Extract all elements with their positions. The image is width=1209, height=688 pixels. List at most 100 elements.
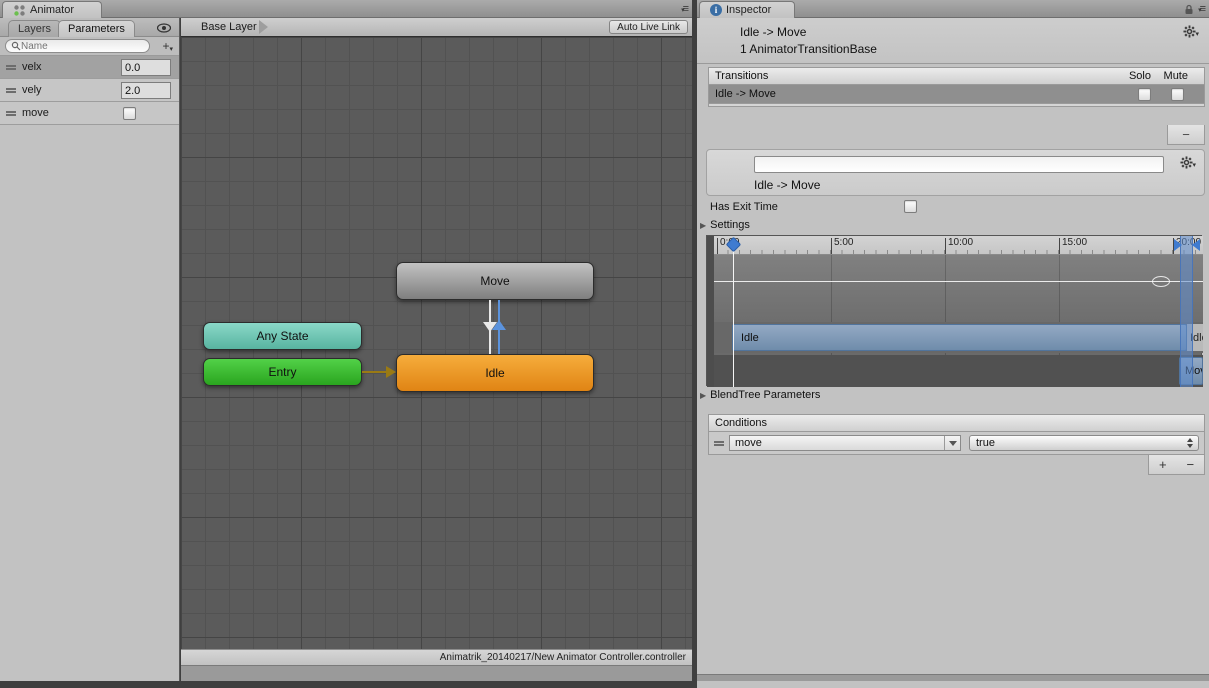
transition-name-field[interactable] bbox=[754, 156, 1164, 173]
state-node-any-state[interactable]: Any State bbox=[203, 322, 362, 350]
settings-foldout[interactable]: ▶ Settings bbox=[700, 219, 750, 231]
controller-path-label: Animatrik_20140217/New Animator Controll… bbox=[440, 652, 686, 663]
has-exit-time-label: Has Exit Time bbox=[710, 201, 778, 213]
condition-value-dropdown[interactable]: true bbox=[969, 435, 1199, 451]
mute-checkbox[interactable] bbox=[1171, 88, 1184, 101]
transition-timeline[interactable]: 0:00 5:00 10:00 15:00 20:00 bbox=[706, 235, 1202, 386]
add-condition-button[interactable]: + bbox=[1159, 457, 1167, 472]
panel-menu-icon[interactable]: ▾≡ bbox=[681, 2, 688, 16]
parameters-tab-label: Parameters bbox=[68, 23, 125, 35]
chevron-down-icon: ▾ bbox=[1192, 161, 1196, 169]
major-tick bbox=[945, 238, 946, 254]
condition-value: true bbox=[976, 437, 995, 449]
idle-bar-label: Idle bbox=[741, 332, 759, 344]
animator-controller-icon bbox=[13, 4, 26, 17]
chevron-down-icon: ▾ bbox=[169, 46, 173, 53]
solo-column-header: Solo bbox=[1129, 70, 1151, 82]
transition-end-marker[interactable] bbox=[1192, 239, 1200, 251]
tick-label: 10:00 bbox=[948, 237, 973, 248]
state-node-entry[interactable]: Entry bbox=[203, 358, 362, 386]
blend-curve bbox=[714, 281, 1203, 282]
tab-inspector[interactable]: i Inspector bbox=[699, 1, 795, 18]
object-subtitle: 1 AnimatorTransitionBase bbox=[740, 42, 877, 56]
state-machine-graph: Base Layer Auto Live Link Move Any State… bbox=[181, 18, 692, 681]
parameter-checkbox[interactable] bbox=[123, 107, 136, 120]
search-box[interactable] bbox=[5, 39, 150, 53]
eye-icon[interactable] bbox=[157, 23, 171, 33]
remove-transition-button[interactable]: − bbox=[1167, 125, 1205, 145]
transition-start-marker[interactable] bbox=[1174, 239, 1182, 251]
breadcrumb-chevron-icon bbox=[259, 20, 268, 34]
foldout-arrow-icon: ▶ bbox=[700, 221, 706, 230]
graph-toolbar: Base Layer Auto Live Link bbox=[181, 18, 692, 37]
breadcrumb[interactable]: Base Layer bbox=[181, 18, 257, 36]
layers-parameters-toolbar: Layers Parameters bbox=[0, 18, 179, 37]
graph-canvas[interactable]: Move Any State Entry Idle bbox=[181, 37, 692, 665]
parameter-row-vely[interactable]: vely bbox=[0, 79, 179, 102]
timeline-preview-area bbox=[714, 255, 1203, 322]
transitions-header: Transitions Solo Mute bbox=[708, 67, 1205, 85]
foldout-arrow-icon: ▶ bbox=[700, 391, 706, 400]
window-frame bbox=[181, 665, 692, 681]
settings-foldout-label: Settings bbox=[710, 219, 750, 231]
drag-handle-icon[interactable] bbox=[714, 441, 724, 446]
popup-arrows-icon bbox=[1187, 438, 1193, 448]
tab-layers[interactable]: Layers bbox=[8, 20, 61, 37]
transition-region[interactable] bbox=[1180, 236, 1193, 387]
remove-condition-button[interactable]: − bbox=[1186, 457, 1194, 472]
drag-handle-icon[interactable] bbox=[6, 65, 16, 70]
conditions-header: Conditions bbox=[708, 414, 1205, 432]
inspector-window: i Inspector ▾≡ Idle -> Move 1 AnimatorTr… bbox=[697, 0, 1209, 688]
parameter-value-field[interactable] bbox=[121, 59, 171, 76]
parameter-row-velx[interactable]: velx bbox=[0, 56, 179, 79]
inspector-tabstrip: i Inspector ▾≡ bbox=[697, 0, 1209, 18]
window-frame bbox=[697, 674, 1209, 681]
tick-label: 5:00 bbox=[834, 237, 853, 248]
timeline-gutter bbox=[707, 236, 714, 387]
drag-handle-icon[interactable] bbox=[6, 111, 16, 116]
has-exit-time-checkbox[interactable] bbox=[904, 200, 917, 213]
search-input[interactable] bbox=[21, 41, 131, 52]
panel-menu-icon[interactable]: ▾≡ bbox=[1198, 2, 1205, 16]
tab-animator[interactable]: Animator bbox=[2, 1, 102, 18]
parameter-value-field[interactable] bbox=[121, 82, 171, 99]
conditions-title: Conditions bbox=[715, 417, 767, 429]
tick-label: 15:00 bbox=[1062, 237, 1087, 248]
inspector-tab-label: Inspector bbox=[726, 4, 771, 16]
inspected-object-header: Idle -> Move 1 AnimatorTransitionBase bbox=[697, 18, 1209, 64]
header-gear-button[interactable]: ▾ bbox=[1183, 25, 1199, 38]
lock-icon[interactable] bbox=[1184, 4, 1194, 15]
state-node-idle[interactable]: Idle bbox=[396, 354, 594, 392]
state-node-label: Any State bbox=[256, 329, 308, 343]
minus-icon: − bbox=[1182, 127, 1190, 142]
state-node-move[interactable]: Move bbox=[396, 262, 594, 300]
animator-tabstrip: Animator ▾≡ bbox=[0, 0, 692, 18]
auto-live-link-button[interactable]: Auto Live Link bbox=[609, 20, 688, 34]
has-exit-time-row: Has Exit Time bbox=[710, 200, 1200, 216]
destination-state-track: Move bbox=[714, 355, 1203, 387]
chevron-down-icon: ▾ bbox=[1195, 30, 1199, 38]
tab-parameters[interactable]: Parameters bbox=[58, 20, 135, 37]
layers-tab-label: Layers bbox=[18, 23, 51, 35]
name-gear-button[interactable]: ▾ bbox=[1180, 156, 1196, 169]
auto-live-link-label: Auto Live Link bbox=[617, 22, 680, 33]
idle-state-bar[interactable]: Idle bbox=[732, 324, 1187, 351]
transitions-list-footer bbox=[708, 104, 1205, 107]
timeline-ruler[interactable]: 0:00 5:00 10:00 15:00 20:00 bbox=[714, 236, 1203, 255]
blendtree-parameters-foldout[interactable]: ▶ BlendTree Parameters bbox=[700, 389, 820, 401]
drag-handle-icon[interactable] bbox=[6, 88, 16, 93]
entry-transition[interactable] bbox=[362, 371, 388, 373]
transition-list-item[interactable]: Idle -> Move bbox=[708, 85, 1205, 104]
condition-row[interactable]: move true bbox=[708, 432, 1205, 455]
object-title: Idle -> Move bbox=[740, 25, 806, 39]
solo-checkbox[interactable] bbox=[1138, 88, 1151, 101]
graph-status-bar: Animatrik_20140217/New Animator Controll… bbox=[181, 649, 692, 665]
breadcrumb-label: Base Layer bbox=[201, 21, 257, 33]
condition-parameter-dropdown[interactable]: move bbox=[729, 435, 961, 451]
source-state-track: Idle Idle bbox=[714, 322, 1203, 353]
parameter-search-row: +▾ bbox=[0, 37, 179, 56]
add-parameter-button[interactable]: +▾ bbox=[162, 39, 173, 53]
parameter-row-move[interactable]: move bbox=[0, 102, 179, 125]
condition-parameter-value: move bbox=[730, 436, 945, 450]
conditions-list-buttons: + − bbox=[1148, 455, 1205, 475]
